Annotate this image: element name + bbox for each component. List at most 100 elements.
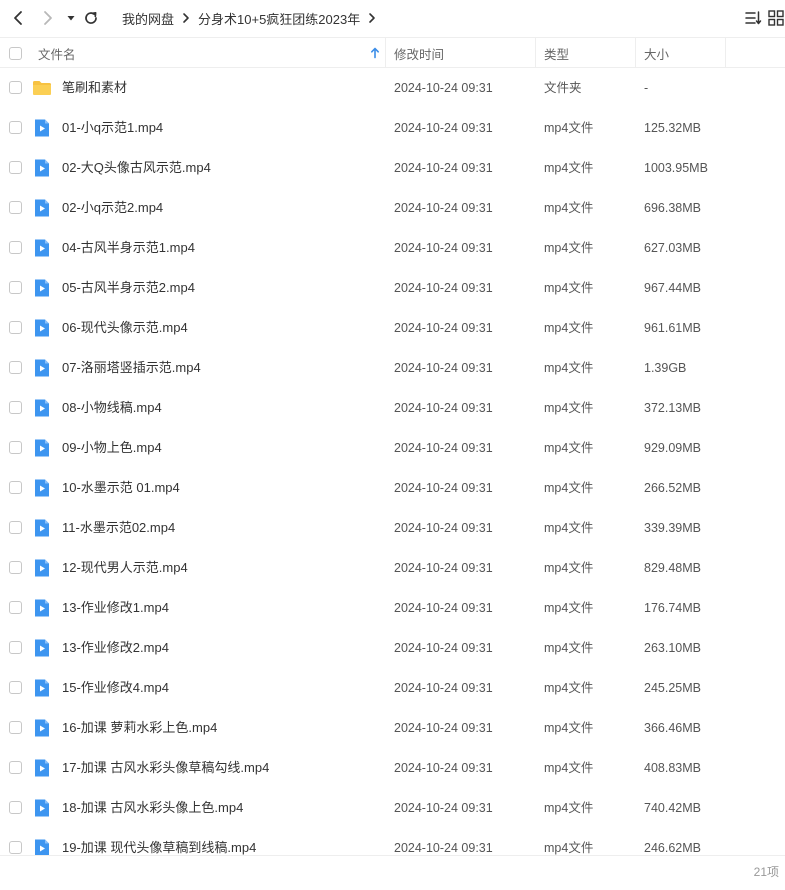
- column-divider[interactable]: [725, 38, 726, 68]
- chevron-right-icon: [42, 10, 54, 26]
- row-checkbox[interactable]: [9, 601, 22, 614]
- file-size: -: [644, 81, 649, 95]
- table-row[interactable]: 04-古风半身示范1.mp4 2024-10-24 09:31 mp4文件 627.0…: [0, 228, 785, 268]
- file-type: mp4文件: [544, 841, 594, 855]
- column-divider[interactable]: [385, 38, 386, 68]
- row-checkbox[interactable]: [9, 481, 22, 494]
- column-divider[interactable]: [635, 38, 636, 68]
- row-checkbox[interactable]: [9, 121, 22, 134]
- file-size: 245.25MB: [644, 681, 701, 695]
- row-checkbox[interactable]: [9, 241, 22, 254]
- file-type: mp4文件: [544, 441, 594, 455]
- row-checkbox[interactable]: [9, 521, 22, 534]
- table-row[interactable]: 16-加课 萝莉水彩上色.mp4 2024-10-24 09:31 mp4文件 366…: [0, 708, 785, 748]
- sort-button[interactable]: [744, 9, 762, 27]
- row-checkbox[interactable]: [9, 321, 22, 334]
- file-modified-time: 2024-10-24 09:31: [394, 361, 493, 375]
- table-row[interactable]: 07-洛丽塔竖插示范.mp4 2024-10-24 09:31 mp4文件 1.39G…: [0, 348, 785, 388]
- column-header-name[interactable]: 文件名: [38, 38, 384, 68]
- file-type: mp4文件: [544, 641, 594, 655]
- row-checkbox[interactable]: [9, 441, 22, 454]
- file-size: 246.62MB: [644, 841, 701, 855]
- column-header-modified-label: 修改时间: [394, 47, 445, 62]
- file-modified-time: 2024-10-24 09:31: [394, 401, 493, 415]
- video-file-icon: [32, 678, 52, 698]
- file-type: mp4文件: [544, 281, 594, 295]
- file-list-header: 文件名 修改时间 类型 大小: [0, 37, 785, 68]
- row-checkbox[interactable]: [9, 801, 22, 814]
- folder-icon: [32, 78, 52, 98]
- file-name: 笔刷和素材: [62, 80, 128, 95]
- file-name: 05-古风半身示范2.mp4: [62, 280, 195, 295]
- table-row[interactable]: 05-古风半身示范2.mp4 2024-10-24 09:31 mp4文件 967.4…: [0, 268, 785, 308]
- table-row[interactable]: 笔刷和素材 2024-10-24 09:31 文件夹 -: [0, 68, 785, 108]
- table-row[interactable]: 01-小q示范1.mp4 2024-10-24 09:31 mp4文件 125.32M…: [0, 108, 785, 148]
- file-size: 967.44MB: [644, 281, 701, 295]
- forward-button[interactable]: [38, 8, 58, 28]
- select-all-checkbox-cell: [9, 38, 22, 68]
- table-row[interactable]: 02-大Q头像古风示范.mp4 2024-10-24 09:31 mp4文件 1003…: [0, 148, 785, 188]
- file-size: 1003.95MB: [644, 161, 708, 175]
- table-row[interactable]: 17-加课 古风水彩头像草稿勾线.mp4 2024-10-24 09:31 mp4文…: [0, 748, 785, 788]
- sort-list-icon: [744, 11, 762, 30]
- column-divider[interactable]: [535, 38, 536, 68]
- row-checkbox[interactable]: [9, 161, 22, 174]
- video-file-icon: [32, 358, 52, 378]
- file-name: 02-小q示范2.mp4: [62, 200, 164, 215]
- file-name: 08-小物线稿.mp4: [62, 400, 162, 415]
- table-row[interactable]: 18-加课 古风水彩头像上色.mp4 2024-10-24 09:31 mp4文件 7…: [0, 788, 785, 828]
- file-modified-time: 2024-10-24 09:31: [394, 641, 493, 655]
- table-row[interactable]: 13-作业修改2.mp4 2024-10-24 09:31 mp4文件 263.10M…: [0, 628, 785, 668]
- file-type: mp4文件: [544, 561, 594, 575]
- select-all-checkbox[interactable]: [9, 46, 22, 60]
- column-header-type[interactable]: 类型: [544, 38, 569, 68]
- file-modified-time: 2024-10-24 09:31: [394, 761, 493, 775]
- file-type: mp4文件: [544, 161, 594, 175]
- video-file-icon: [32, 318, 52, 338]
- row-checkbox[interactable]: [9, 81, 22, 94]
- file-size: 829.48MB: [644, 561, 701, 575]
- file-size: 961.61MB: [644, 321, 701, 335]
- row-checkbox[interactable]: [9, 361, 22, 374]
- row-checkbox[interactable]: [9, 281, 22, 294]
- breadcrumb-item-root[interactable]: 我的网盘: [122, 9, 174, 28]
- file-modified-time: 2024-10-24 09:31: [394, 561, 493, 575]
- column-header-modified[interactable]: 修改时间: [394, 38, 444, 68]
- video-file-icon: [32, 518, 52, 538]
- file-size: 263.10MB: [644, 641, 701, 655]
- row-checkbox[interactable]: [9, 841, 22, 854]
- table-row[interactable]: 19-加课 现代头像草稿到线稿.mp4 2024-10-24 09:31 mp4文件…: [0, 828, 785, 855]
- table-row[interactable]: 12-现代男人示范.mp4 2024-10-24 09:31 mp4文件 829.48…: [0, 548, 785, 588]
- view-toggle-button[interactable]: [767, 9, 785, 27]
- row-checkbox[interactable]: [9, 401, 22, 414]
- table-row[interactable]: 08-小物线稿.mp4 2024-10-24 09:31 mp4文件 372.13MB: [0, 388, 785, 428]
- file-modified-time: 2024-10-24 09:31: [394, 201, 493, 215]
- table-row[interactable]: 10-水墨示范 01.mp4 2024-10-24 09:31 mp4文件 266.5…: [0, 468, 785, 508]
- file-modified-time: 2024-10-24 09:31: [394, 601, 493, 615]
- video-file-icon: [32, 238, 52, 258]
- back-button[interactable]: [8, 8, 28, 28]
- row-checkbox[interactable]: [9, 561, 22, 574]
- refresh-button[interactable]: [81, 8, 101, 28]
- column-header-name-label: 文件名: [38, 47, 76, 62]
- file-name: 19-加课 现代头像草稿到线稿.mp4: [62, 840, 257, 855]
- file-name: 06-现代头像示范.mp4: [62, 320, 188, 335]
- row-checkbox[interactable]: [9, 761, 22, 774]
- chevron-right-icon[interactable]: [368, 12, 376, 24]
- column-header-size[interactable]: 大小: [644, 38, 669, 68]
- breadcrumb-item-current-folder[interactable]: 分身术10+5疯狂团练2023年: [198, 9, 360, 28]
- table-row[interactable]: 11-水墨示范02.mp4 2024-10-24 09:31 mp4文件 339.39…: [0, 508, 785, 548]
- row-checkbox[interactable]: [9, 681, 22, 694]
- file-list: 笔刷和素材 2024-10-24 09:31 文件夹 - 01-小q示范1.mp4 202…: [0, 68, 785, 855]
- history-dropdown-button[interactable]: [61, 8, 81, 28]
- row-checkbox[interactable]: [9, 641, 22, 654]
- video-file-icon: [32, 718, 52, 738]
- table-row[interactable]: 15-作业修改4.mp4 2024-10-24 09:31 mp4文件 245.25M…: [0, 668, 785, 708]
- table-row[interactable]: 06-现代头像示范.mp4 2024-10-24 09:31 mp4文件 961.61…: [0, 308, 785, 348]
- row-checkbox[interactable]: [9, 721, 22, 734]
- table-row[interactable]: 09-小物上色.mp4 2024-10-24 09:31 mp4文件 929.09MB: [0, 428, 785, 468]
- status-bar: 21项: [0, 855, 785, 890]
- row-checkbox[interactable]: [9, 201, 22, 214]
- table-row[interactable]: 13-作业修改1.mp4 2024-10-24 09:31 mp4文件 176.74M…: [0, 588, 785, 628]
- table-row[interactable]: 02-小q示范2.mp4 2024-10-24 09:31 mp4文件 696.38M…: [0, 188, 785, 228]
